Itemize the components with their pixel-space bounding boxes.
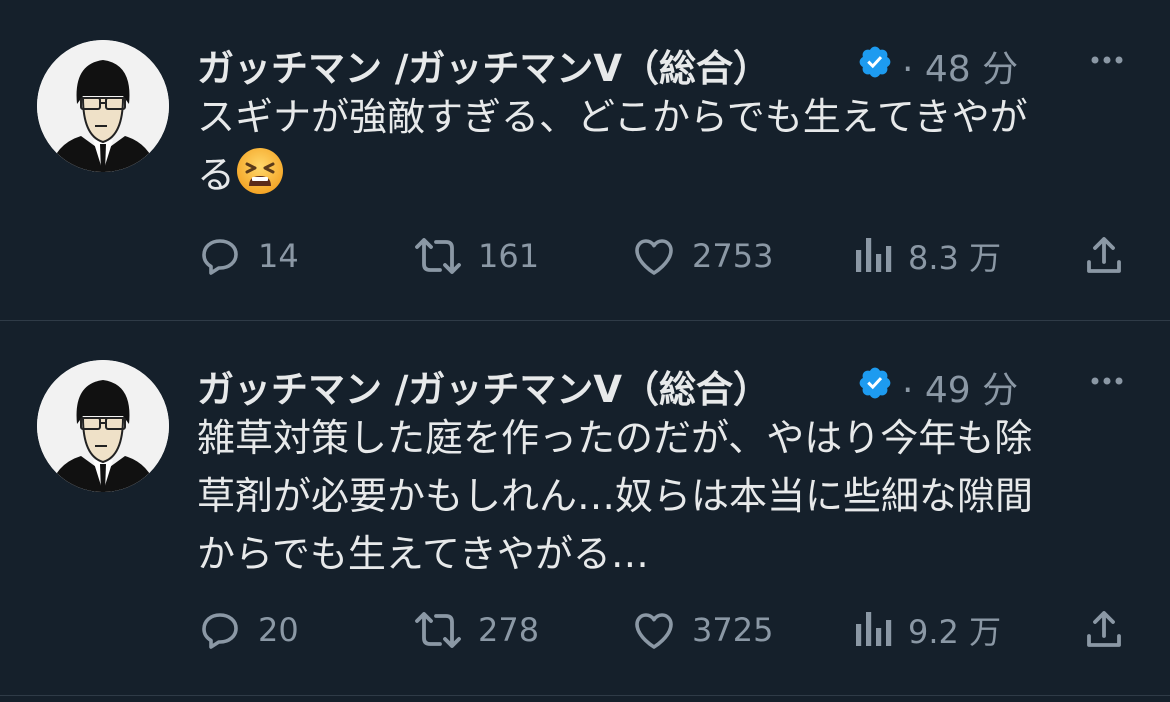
retweet-count: 278 — [478, 611, 540, 649]
like-count: 3725 — [692, 611, 774, 649]
like-icon — [635, 613, 673, 649]
author-name[interactable]: ガッチマン /ガッチマンV（総合） — [197, 359, 770, 413]
share-icon — [1087, 237, 1121, 273]
share-button[interactable] — [1080, 600, 1128, 660]
retweet-count: 161 — [478, 237, 540, 275]
reply-button[interactable]: 20 — [196, 600, 299, 660]
reply-icon — [202, 613, 238, 649]
share-button[interactable] — [1080, 226, 1128, 286]
tweet-header: ガッチマン /ガッチマンV（総合） · 49 分 — [197, 355, 1147, 411]
more-icon[interactable] — [1083, 357, 1131, 405]
like-icon — [635, 239, 673, 275]
reply-icon — [202, 239, 238, 275]
timestamp[interactable]: · 48 分 — [902, 40, 1018, 92]
retweet-icon — [415, 238, 461, 274]
tweet-text-line: スギナが強敵すぎる、どこからでも生えてきやが — [197, 95, 1028, 139]
tweet-actions: 14 161 2753 8.3 万 — [0, 226, 1170, 286]
tweet-text-segment: る — [197, 153, 236, 197]
tweet[interactable]: ガッチマン /ガッチマンV（総合） · 48 分 スギナが強敵すぎる、どこからで… — [0, 0, 1170, 320]
reply-count: 20 — [258, 611, 299, 649]
retweet-icon — [415, 612, 461, 648]
views-count: 9.2 万 — [908, 613, 1002, 651]
reply-button[interactable]: 14 — [196, 226, 299, 286]
views-icon — [856, 612, 892, 646]
views-icon — [856, 238, 892, 272]
retweet-button[interactable]: 161 — [412, 226, 539, 286]
timeline-feed: ガッチマン /ガッチマンV（総合） · 48 分 スギナが強敵すぎる、どこからで… — [0, 0, 1170, 702]
avatar[interactable] — [37, 40, 169, 172]
timestamp[interactable]: · 49 分 — [902, 361, 1018, 413]
tweet-text-line: る — [197, 146, 1137, 204]
like-count: 2753 — [692, 237, 774, 275]
tweet-text-line: 雑草対策した庭を作ったのだが、やはり今年も除 — [197, 416, 1033, 460]
tweet-actions: 20 278 3725 9.2 万 — [0, 600, 1170, 660]
views-button[interactable]: 9.2 万 — [850, 600, 1001, 660]
like-button[interactable]: 2753 — [630, 226, 773, 286]
retweet-button[interactable]: 278 — [412, 600, 539, 660]
tweet-text: 雑草対策した庭を作ったのだが、やはり今年も除 草剤が必要かもしれん…奴らは本当に… — [197, 409, 1137, 583]
verified-badge-icon — [859, 367, 891, 399]
share-icon — [1087, 611, 1121, 647]
tweet-text: スギナが強敵すぎる、どこからでも生えてきやが る — [197, 88, 1137, 204]
verified-badge-icon — [859, 46, 891, 78]
reply-count: 14 — [258, 237, 299, 275]
more-icon[interactable] — [1083, 36, 1131, 84]
tired-face-emoji — [237, 148, 284, 194]
tweet-header: ガッチマン /ガッチマンV（総合） · 48 分 — [197, 34, 1147, 90]
tweet-text-line: 草剤が必要かもしれん…奴らは本当に些細な隙間 — [197, 474, 1034, 518]
author-name[interactable]: ガッチマン /ガッチマンV（総合） — [197, 38, 770, 92]
tweet-text-line: からでも生えてきやがる… — [197, 532, 649, 576]
like-button[interactable]: 3725 — [630, 600, 773, 660]
views-count: 8.3 万 — [908, 239, 1002, 277]
tweet[interactable]: ガッチマン /ガッチマンV（総合） · 49 分 雑草対策した庭を作ったのだが、… — [0, 321, 1170, 695]
avatar[interactable] — [37, 360, 169, 492]
views-button[interactable]: 8.3 万 — [850, 226, 1001, 286]
divider — [0, 695, 1170, 696]
